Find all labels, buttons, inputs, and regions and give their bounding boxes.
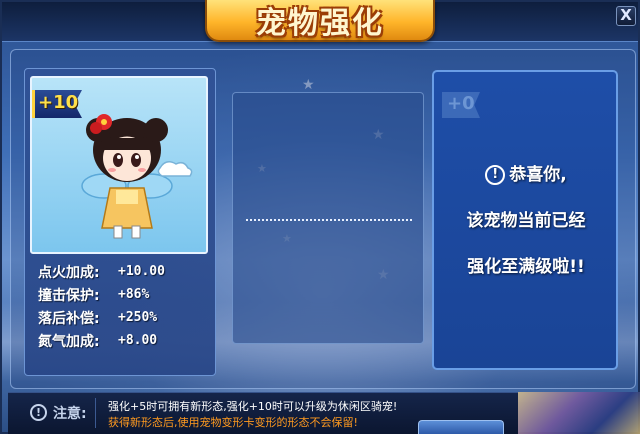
stat-row-collision: 撞击保护: +86%: [38, 283, 208, 306]
close-button[interactable]: X: [616, 6, 636, 26]
result-message-line: 该宠物当前已经: [466, 211, 586, 231]
stat-row-ignition: 点火加成: +10.00: [38, 260, 208, 283]
result-message: ! 恭喜你, 该宠物当前已经 强化至满级啦!!: [436, 160, 616, 298]
window-title: 宠物强化: [256, 6, 384, 41]
stat-label: 氮气加成:: [38, 333, 100, 350]
background-art: [518, 392, 640, 434]
result-message-line: ! 恭喜你,: [436, 160, 616, 206]
partial-button[interactable]: [418, 420, 504, 434]
stat-value: +8.00: [118, 333, 158, 348]
stat-row-nitro: 氮气加成: +8.00: [38, 329, 208, 352]
result-line-1: 恭喜你,: [509, 165, 567, 185]
dotted-divider: [246, 219, 412, 221]
result-message-line: 强化至满级啦!!: [467, 257, 585, 277]
stat-label: 落后补偿:: [38, 310, 100, 327]
notice-line-1: 强化+5时可拥有新形态,强化+10时可以升级为休闲区骑宠!: [108, 400, 398, 413]
info-icon: !: [485, 165, 506, 185]
warning-icon: !: [30, 404, 47, 421]
stat-row-catchup: 落后补偿: +250%: [38, 306, 208, 329]
result-level: +0: [447, 93, 475, 114]
title-banner: 宠物强化: [205, 0, 435, 42]
stat-value: +10.00: [118, 264, 165, 279]
stat-label: 撞击保护:: [38, 287, 100, 304]
notice-line-2: 获得新形态后,使用宠物变形卡变形的形态不会保留!: [108, 416, 358, 429]
pet-level: +10: [38, 92, 79, 113]
notice-divider: [95, 398, 96, 428]
pet-stats: 点火加成: +10.00 撞击保护: +86% 落后补偿: +250% 氮气加成…: [38, 260, 208, 352]
stat-value: +250%: [118, 310, 158, 325]
notice-label: 注意:: [53, 406, 87, 422]
stat-value: +86%: [118, 287, 150, 302]
stat-label: 点火加成:: [38, 264, 100, 281]
material-slot[interactable]: [232, 92, 424, 344]
